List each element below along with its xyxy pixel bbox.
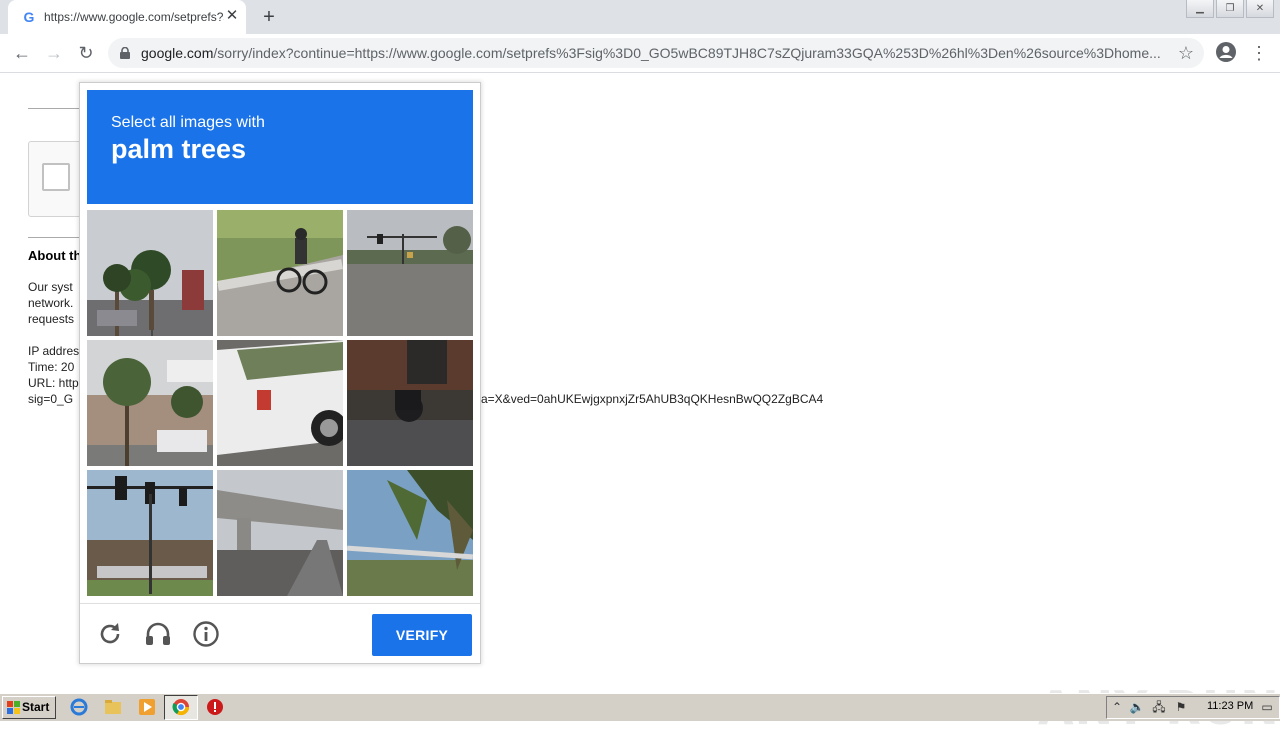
show-desktop-icon[interactable]: ▭ — [1259, 699, 1275, 715]
close-window-button[interactable]: ✕ — [1246, 0, 1274, 18]
tile-overpass[interactable] — [217, 470, 343, 596]
browser-tab[interactable]: G https://www.google.com/setprefs?sig=0_… — [8, 0, 246, 34]
profile-avatar-icon[interactable] — [1215, 41, 1237, 63]
google-favicon-icon: G — [23, 9, 35, 25]
taskbar-clock[interactable]: 11:23 PM — [1207, 700, 1253, 712]
ip-address-line: IP addres — [28, 344, 80, 358]
tile-palm-building[interactable] — [87, 340, 213, 466]
media-player-icon[interactable] — [138, 698, 156, 716]
tile-palm-street[interactable] — [87, 210, 213, 336]
tile-pickup-truck[interactable] — [217, 340, 343, 466]
restore-button[interactable]: ❐ — [1216, 0, 1244, 18]
challenge-header: Select all images with palm trees — [87, 90, 473, 204]
url-text[interactable]: google.com/sorry/index?continue=https://… — [141, 45, 1171, 61]
action-center-flag-icon[interactable]: ⚑ — [1173, 699, 1189, 715]
chrome-icon — [172, 699, 190, 716]
audio-challenge-icon[interactable] — [144, 620, 172, 648]
address-bar[interactable]: google.com/sorry/index?continue=https://… — [108, 38, 1204, 68]
challenge-instruction: Select all images with — [111, 114, 265, 131]
file-explorer-icon[interactable] — [104, 698, 122, 716]
tile-road-traffic-light[interactable] — [347, 210, 473, 336]
back-arrow-icon[interactable]: ← — [10, 41, 34, 65]
reload-icon[interactable]: ↻ — [74, 41, 98, 65]
tile-motorcycle[interactable] — [347, 340, 473, 466]
windows-logo-icon — [7, 701, 20, 714]
tile-palm-closeup[interactable] — [347, 470, 473, 596]
info-icon[interactable] — [192, 620, 220, 648]
show-hidden-icons-icon[interactable]: ⌃ — [1109, 699, 1125, 715]
minimize-button[interactable]: ▁ — [1186, 0, 1214, 18]
stop-sign-icon[interactable] — [206, 698, 224, 716]
time-line: Time: 20 — [28, 360, 75, 374]
browser-toolbar: ← → ↻ google.com/sorry/index?continue=ht… — [0, 34, 1280, 73]
verify-button[interactable]: VERIFY — [372, 614, 472, 656]
tab-close-icon[interactable]: ✕ — [224, 8, 240, 24]
new-tab-button[interactable]: + — [258, 6, 280, 28]
challenge-footer: VERIFY — [80, 603, 480, 664]
window-controls: ▁ ❐ ✕ — [1184, 0, 1274, 18]
about-heading: About th — [28, 248, 82, 263]
start-label: Start — [22, 700, 50, 714]
tile-traffic-lights[interactable] — [87, 470, 213, 596]
url-tail-text: a=X&ved=0ahUKEwjgxpnxjZr5AhUB3qQKHesnBwQ… — [481, 392, 824, 406]
volume-icon[interactable]: 🔈 — [1129, 699, 1145, 715]
menu-kebab-icon[interactable]: ⋮ — [1250, 41, 1268, 65]
windows-taskbar: Start ⌃ 🔈 🖧 ⚑ 11:23 PM ▭ — [0, 693, 1280, 721]
challenge-target: palm trees — [111, 134, 247, 164]
bookmark-star-icon[interactable]: ☆ — [1178, 42, 1194, 64]
reload-challenge-icon[interactable] — [96, 620, 124, 648]
network-icon[interactable]: 🖧 — [1151, 699, 1167, 715]
tab-title: https://www.google.com/setprefs?sig=0_GO… — [44, 10, 224, 24]
tile-cyclist[interactable] — [217, 210, 343, 336]
tab-strip: G https://www.google.com/setprefs?sig=0_… — [0, 0, 1280, 34]
start-button[interactable]: Start — [2, 696, 56, 719]
forward-arrow-icon[interactable]: → — [42, 41, 66, 65]
chrome-taskbar-button[interactable] — [164, 695, 198, 720]
explanation-line: network. — [28, 296, 74, 310]
url-line: URL: http — [28, 376, 79, 390]
image-tile-grid — [87, 210, 473, 596]
recaptcha-image-challenge: Select all images with palm trees VERIFY — [79, 82, 481, 664]
recaptcha-checkbox[interactable] — [42, 163, 70, 191]
explanation-line: requests — [28, 312, 75, 326]
system-tray: ⌃ 🔈 🖧 ⚑ 11:23 PM ▭ — [1106, 696, 1280, 719]
sig-line: sig=0_G — [28, 392, 74, 406]
explanation-line: Our syst — [28, 280, 73, 294]
lock-icon — [120, 47, 130, 59]
internet-explorer-icon[interactable] — [70, 698, 88, 716]
